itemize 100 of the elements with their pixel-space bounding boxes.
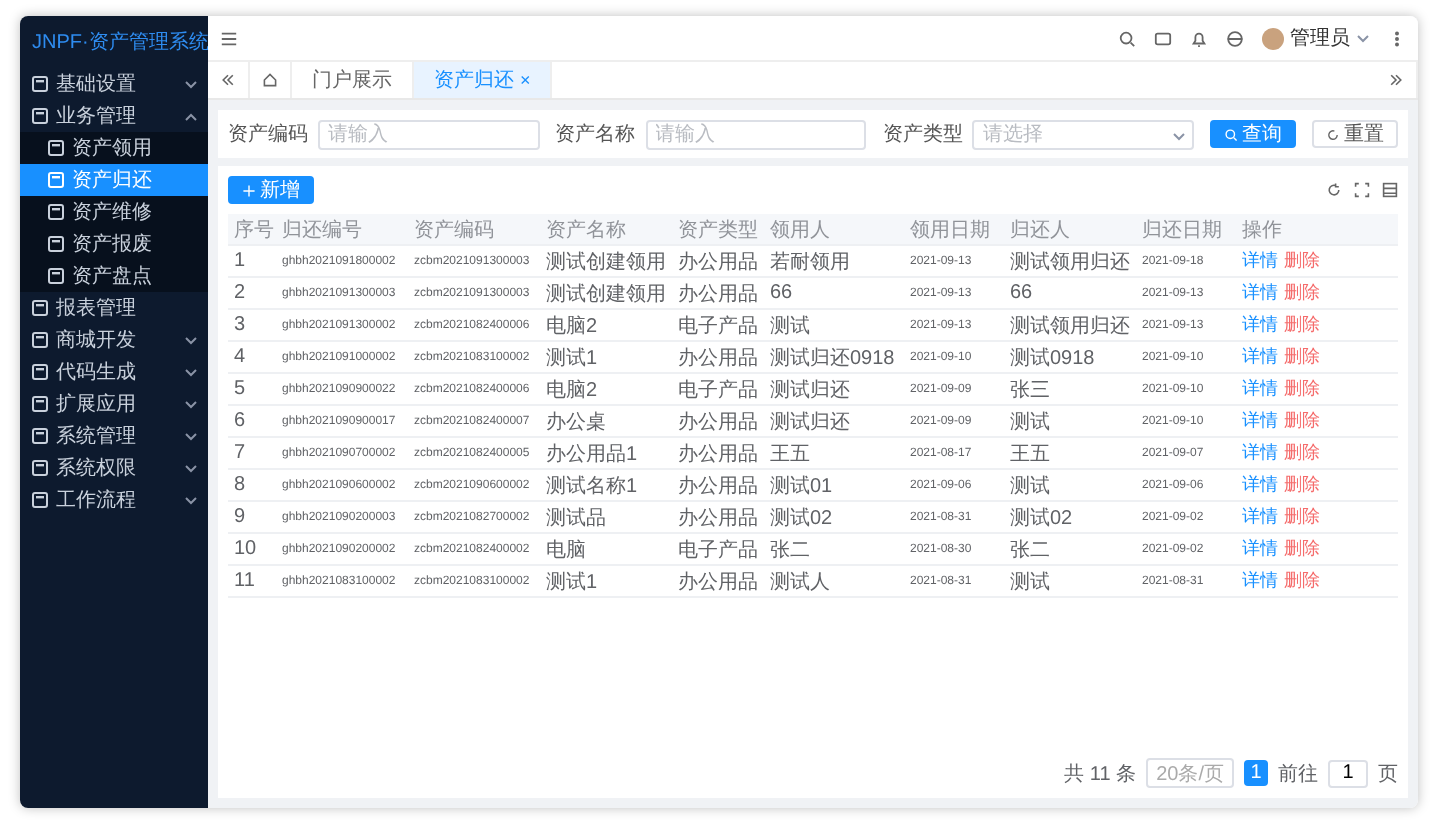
- column-header: 领用人: [764, 214, 904, 246]
- delete-link[interactable]: 删除: [1284, 280, 1320, 306]
- sidebar-item[interactable]: 报表管理: [20, 292, 208, 324]
- document-icon: [48, 268, 64, 284]
- sidebar-item[interactable]: 资产归还: [20, 164, 208, 196]
- tab[interactable]: 资产归还 ×: [414, 62, 553, 98]
- document-icon: [32, 300, 48, 316]
- input-field[interactable]: 请输入: [645, 119, 867, 149]
- table-cell: 6: [228, 406, 276, 438]
- table-cell: 测试1: [540, 566, 672, 598]
- chevron-icon: [184, 399, 198, 409]
- input-field[interactable]: 请输入: [318, 119, 540, 149]
- table-cell: 测试: [1004, 470, 1136, 502]
- delete-link[interactable]: 删除: [1284, 408, 1320, 434]
- table-cell: 测试品: [540, 502, 672, 534]
- app-logo: JNPF·资产管理系统: [30, 29, 208, 58]
- table-cell: 电脑2: [540, 374, 672, 406]
- sidebar-item[interactable]: 业务管理: [20, 100, 208, 132]
- add-button[interactable]: 新增: [228, 176, 314, 204]
- table-cell: 王五: [1004, 438, 1136, 470]
- delete-link[interactable]: 删除: [1284, 312, 1320, 338]
- delete-link[interactable]: 删除: [1284, 344, 1320, 370]
- detail-link[interactable]: 详情: [1242, 408, 1278, 434]
- table-cell: 测试人: [764, 566, 904, 598]
- sidebar-item[interactable]: 代码生成: [20, 356, 208, 388]
- column-header: 归还日期: [1136, 214, 1236, 246]
- delete-link[interactable]: 删除: [1284, 536, 1320, 562]
- plus-icon: [242, 183, 256, 197]
- detail-link[interactable]: 详情: [1242, 248, 1278, 274]
- table-cell: 3: [228, 310, 276, 342]
- page-button[interactable]: 1: [1244, 760, 1268, 786]
- table-cell: 测试领用归还: [1004, 246, 1136, 278]
- column-header: 归还人: [1004, 214, 1136, 246]
- table-cell: 张二: [764, 534, 904, 566]
- detail-link[interactable]: 详情: [1242, 280, 1278, 306]
- delete-link[interactable]: 删除: [1284, 504, 1320, 530]
- detail-link[interactable]: 详情: [1242, 440, 1278, 466]
- user-name[interactable]: 管理员: [1290, 24, 1350, 52]
- sidebar-item[interactable]: 资产领用: [20, 132, 208, 164]
- column-header: 资产名称: [540, 214, 672, 246]
- table-cell: 测试名称1: [540, 470, 672, 502]
- table-cell: 2: [228, 278, 276, 310]
- sidebar-item[interactable]: 资产报废: [20, 228, 208, 260]
- detail-link[interactable]: 详情: [1242, 344, 1278, 370]
- delete-link[interactable]: 删除: [1284, 376, 1320, 402]
- table-cell: 66: [1004, 278, 1136, 310]
- menu-icon[interactable]: [220, 29, 238, 47]
- detail-link[interactable]: 详情: [1242, 312, 1278, 338]
- fullscreen-icon[interactable]: [1354, 182, 1370, 198]
- sidebar-item[interactable]: 资产维修: [20, 196, 208, 228]
- table-cell: 66: [764, 278, 904, 310]
- delete-link[interactable]: 删除: [1284, 248, 1320, 274]
- table-cell: 5: [228, 374, 276, 406]
- sidebar-item[interactable]: 资产盘点: [20, 260, 208, 292]
- detail-link[interactable]: 详情: [1242, 472, 1278, 498]
- sidebar-item[interactable]: 商城开发: [20, 324, 208, 356]
- table-cell: 测试: [1004, 566, 1136, 598]
- table-cell: 电子产品: [672, 374, 764, 406]
- bell-icon[interactable]: [1190, 29, 1208, 47]
- table-cell: 测试02: [1004, 502, 1136, 534]
- chevron-icon: [184, 367, 198, 377]
- field-label: 资产名称: [555, 121, 636, 148]
- refresh-icon[interactable]: [1326, 182, 1342, 198]
- detail-link[interactable]: 详情: [1242, 376, 1278, 402]
- sidebar-item[interactable]: 基础设置: [20, 68, 208, 100]
- delete-link[interactable]: 删除: [1284, 472, 1320, 498]
- detail-link[interactable]: 详情: [1242, 504, 1278, 530]
- reset-button[interactable]: 重置: [1312, 120, 1399, 148]
- search-icon[interactable]: [1118, 29, 1136, 47]
- detail-link[interactable]: 详情: [1242, 536, 1278, 562]
- delete-link[interactable]: 删除: [1284, 568, 1320, 594]
- table-cell: 电子产品: [672, 310, 764, 342]
- document-icon: [48, 172, 64, 188]
- total-count: 共 11 条: [1064, 761, 1137, 787]
- collapse-icon[interactable]: [220, 72, 236, 88]
- home-icon[interactable]: [262, 72, 278, 88]
- table-cell: 8: [228, 470, 276, 502]
- table-cell: 测试1: [540, 342, 672, 374]
- sidebar-item[interactable]: 扩展应用: [20, 388, 208, 420]
- sidebar-item[interactable]: 系统权限: [20, 452, 208, 484]
- search-icon: [1224, 127, 1239, 141]
- column-header: 资产类型: [672, 214, 764, 246]
- chevron-icon: [1356, 33, 1370, 43]
- sidebar-item[interactable]: 系统管理: [20, 420, 208, 452]
- column-header: 序号: [228, 214, 276, 246]
- table-cell: 10: [228, 534, 276, 566]
- select-field[interactable]: 请选择: [972, 119, 1195, 149]
- detail-link[interactable]: 详情: [1242, 568, 1278, 594]
- columns-icon[interactable]: [1382, 182, 1398, 198]
- query-button[interactable]: 查询: [1210, 120, 1297, 148]
- table-cell: 办公用品: [672, 342, 764, 374]
- page-suffix: 页: [1378, 761, 1398, 787]
- chevron-icon: [184, 463, 198, 473]
- chevron-icon: [184, 335, 198, 345]
- expand-icon[interactable]: [1388, 72, 1404, 88]
- delete-link[interactable]: 删除: [1284, 440, 1320, 466]
- page-input[interactable]: 1: [1328, 759, 1368, 787]
- document-icon: [48, 140, 64, 156]
- sidebar-item[interactable]: 工作流程: [20, 484, 208, 516]
- page-size-select[interactable]: 20条/页: [1146, 758, 1234, 788]
